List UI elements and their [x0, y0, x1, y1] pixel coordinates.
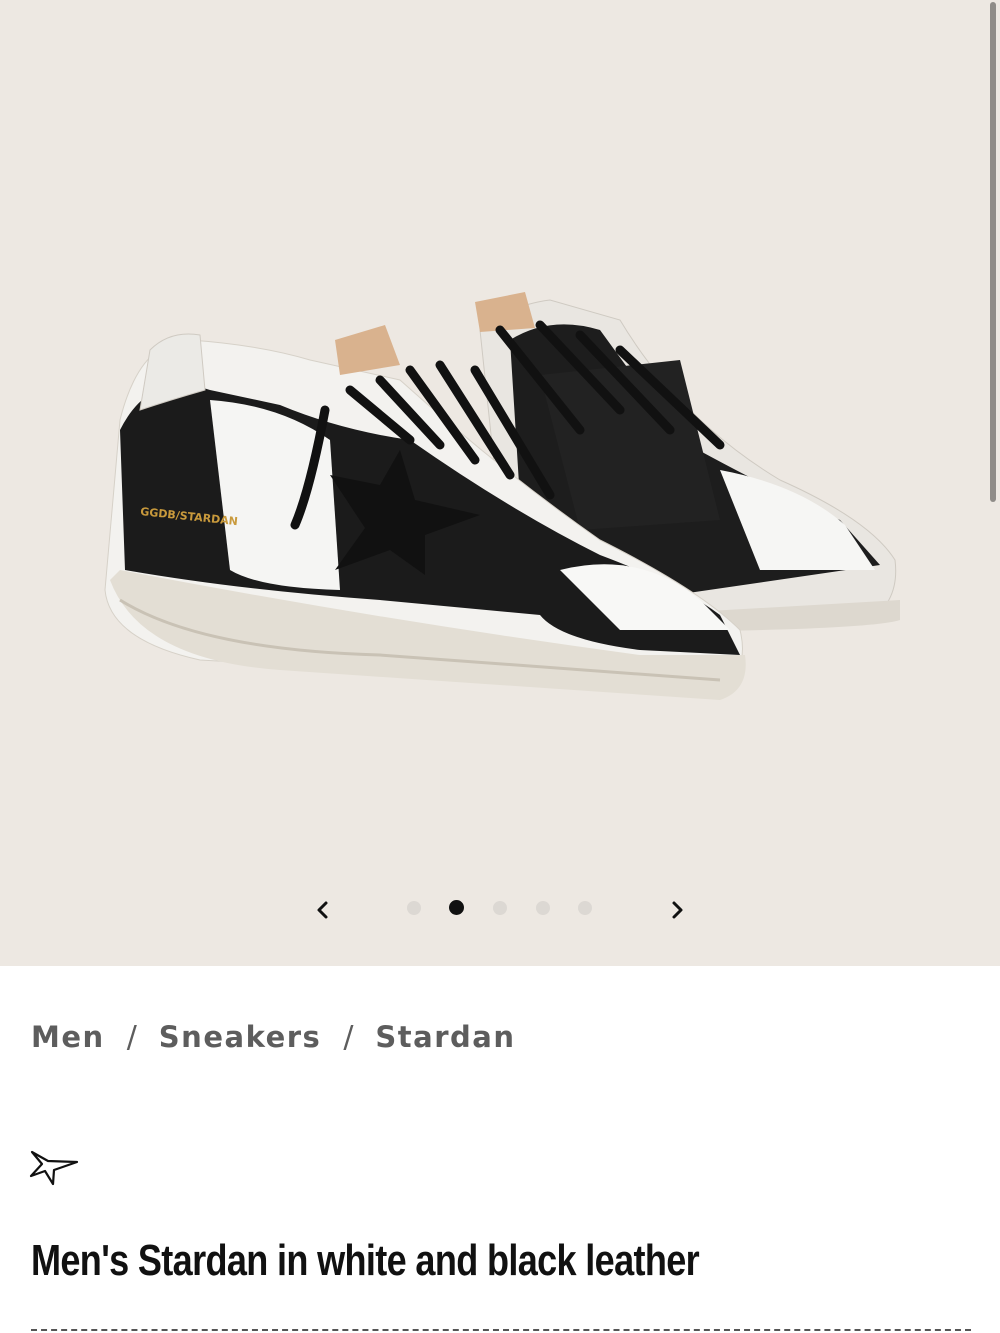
breadcrumb: Men / Sneakers / Stardan [31, 1014, 516, 1060]
carousel-dot-3[interactable] [493, 901, 507, 915]
scrollbar[interactable] [990, 2, 996, 502]
product-image: GGDB/STARDAN [104, 292, 900, 700]
chevron-right-icon[interactable] [663, 896, 691, 924]
carousel-navigation [0, 890, 1000, 930]
carousel-dot-5[interactable] [578, 901, 592, 915]
product-title: Men's Stardan in white and black leather [31, 1236, 700, 1285]
breadcrumb-men[interactable]: Men [31, 1020, 105, 1054]
carousel-dot-2[interactable] [449, 900, 464, 915]
chevron-left-icon[interactable] [309, 896, 337, 924]
carousel-dot-1[interactable] [407, 901, 421, 915]
breadcrumb-separator: / [343, 1019, 354, 1055]
product-gallery: GGDB/STARDAN [0, 0, 1000, 966]
carousel-dot-4[interactable] [536, 901, 550, 915]
breadcrumb-stardan[interactable]: Stardan [375, 1020, 515, 1054]
breadcrumb-sneakers[interactable]: Sneakers [159, 1020, 322, 1054]
dashed-divider [31, 1329, 971, 1331]
breadcrumb-separator: / [126, 1019, 137, 1055]
star-outline-icon[interactable] [29, 1146, 81, 1188]
